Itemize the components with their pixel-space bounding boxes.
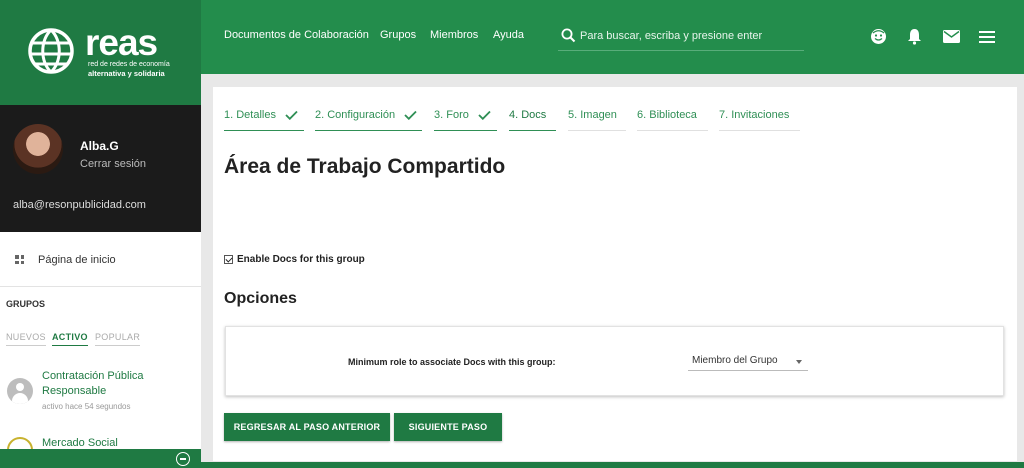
search-bar bbox=[558, 22, 804, 51]
content-card: 1. Detalles 2. Configuración 3. Foro 4. … bbox=[213, 87, 1017, 461]
step-detalles[interactable]: 1. Detalles bbox=[224, 109, 304, 131]
step-label: 7. Invitaciones bbox=[719, 109, 790, 121]
options-title: Opciones bbox=[224, 290, 297, 307]
group-title[interactable]: Contratación Pública bbox=[42, 369, 144, 384]
logout-link[interactable]: Cerrar sesión bbox=[80, 158, 146, 170]
sidebar-item-label: Página de inicio bbox=[38, 254, 116, 266]
globe-logo-icon bbox=[28, 28, 74, 74]
step-label: 3. Foro bbox=[434, 109, 469, 121]
groups-section-title: GRUPOS bbox=[6, 299, 46, 309]
mail-icon[interactable] bbox=[943, 30, 960, 43]
smiley-icon[interactable] bbox=[870, 28, 887, 45]
step-label: 2. Configuración bbox=[315, 109, 396, 121]
group-avatar[interactable] bbox=[7, 378, 33, 404]
user-panel: Alba.G Cerrar sesión alba@resonpublicida… bbox=[0, 105, 201, 232]
collapse-icon[interactable] bbox=[176, 452, 190, 466]
role-select[interactable]: Miembro del Grupo bbox=[688, 351, 808, 371]
tab-popular[interactable]: POPULAR bbox=[95, 332, 141, 346]
top-navbar: Documentos de Colaboración Grupos Miembr… bbox=[201, 0, 1024, 74]
step-label: 6. Biblioteca bbox=[637, 109, 697, 121]
bell-icon[interactable] bbox=[907, 28, 922, 45]
tab-nuevos[interactable]: NUEVOS bbox=[6, 332, 46, 346]
search-input[interactable] bbox=[580, 27, 800, 45]
group-activity: activo hace 54 segundos bbox=[42, 402, 131, 411]
sidebar-footer bbox=[0, 449, 201, 468]
step-docs[interactable]: 4. Docs bbox=[509, 109, 556, 131]
step-label: 4. Docs bbox=[509, 109, 547, 121]
step-label: 5. Imagen bbox=[568, 109, 617, 121]
nav-grupos[interactable]: Grupos bbox=[380, 29, 416, 41]
menu-icon[interactable] bbox=[979, 31, 995, 43]
search-icon[interactable] bbox=[561, 28, 576, 43]
page-title: Área de Trabajo Compartido bbox=[224, 155, 506, 178]
nav-docs[interactable]: Documentos de Colaboración bbox=[224, 29, 369, 41]
check-icon bbox=[478, 110, 491, 120]
tab-activo[interactable]: ACTIVO bbox=[52, 332, 88, 346]
user-name[interactable]: Alba.G bbox=[80, 139, 119, 153]
nav-ayuda[interactable]: Ayuda bbox=[493, 29, 524, 41]
enable-docs-checkbox[interactable] bbox=[224, 255, 233, 264]
grid-icon bbox=[15, 255, 24, 264]
step-imagen[interactable]: 5. Imagen bbox=[568, 109, 626, 131]
enable-docs-label[interactable]: Enable Docs for this group bbox=[237, 254, 365, 265]
role-select-value: Miembro del Grupo bbox=[692, 355, 778, 366]
caret-down-icon bbox=[796, 360, 802, 364]
user-email: alba@resonpublicidad.com bbox=[13, 199, 146, 211]
options-panel: Minimum role to associate Docs with this… bbox=[225, 326, 1004, 396]
brand-name: reas bbox=[85, 22, 158, 63]
step-label: 1. Detalles bbox=[224, 109, 276, 121]
step-foro[interactable]: 3. Foro bbox=[434, 109, 497, 131]
nav-miembros[interactable]: Miembros bbox=[430, 29, 478, 41]
role-label: Minimum role to associate Docs with this… bbox=[348, 357, 556, 367]
sidebar: reas red de redes de economía alternativ… bbox=[0, 0, 201, 468]
brand-tagline-1: red de redes de economía bbox=[88, 61, 170, 68]
next-button[interactable]: SIGUIENTE PASO bbox=[394, 413, 502, 441]
check-icon bbox=[285, 110, 298, 120]
step-invitaciones[interactable]: 7. Invitaciones bbox=[719, 109, 800, 131]
brand-tagline-2: alternativa y solidaria bbox=[88, 69, 165, 78]
back-button[interactable]: REGRESAR AL PASO ANTERIOR bbox=[224, 413, 390, 441]
check-icon bbox=[404, 110, 417, 120]
group-title-line2[interactable]: Responsable bbox=[42, 384, 106, 399]
step-configuracion[interactable]: 2. Configuración bbox=[315, 109, 422, 131]
step-biblioteca[interactable]: 6. Biblioteca bbox=[637, 109, 708, 131]
bottom-strip bbox=[201, 462, 1024, 468]
sidebar-item-home[interactable]: Página de inicio bbox=[0, 232, 201, 287]
logo[interactable]: reas red de redes de economía alternativ… bbox=[0, 0, 201, 105]
avatar[interactable] bbox=[13, 124, 63, 174]
